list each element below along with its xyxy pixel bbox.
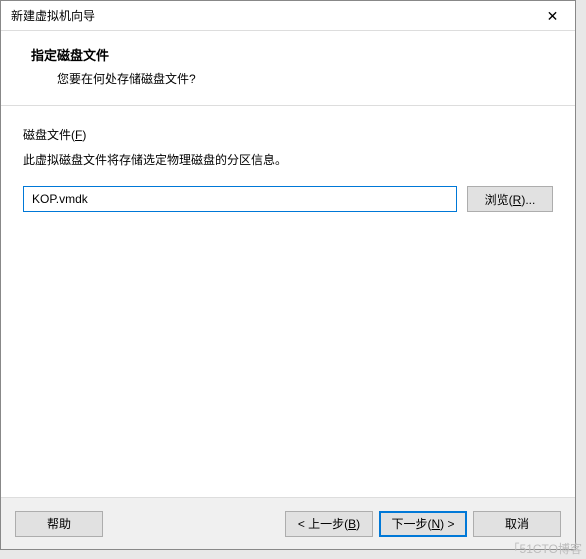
disk-file-description: 此虚拟磁盘文件将存储选定物理磁盘的分区信息。 <box>23 151 553 168</box>
help-button[interactable]: 帮助 <box>15 511 103 537</box>
disk-file-group-label: 磁盘文件(F) <box>23 126 553 143</box>
wizard-subheading: 您要在何处存储磁盘文件? <box>31 70 553 87</box>
titlebar: 新建虚拟机向导 ✕ <box>1 1 575 31</box>
wizard-dialog: 新建虚拟机向导 ✕ 指定磁盘文件 您要在何处存储磁盘文件? 磁盘文件(F) 此虚… <box>0 0 576 550</box>
wizard-header: 指定磁盘文件 您要在何处存储磁盘文件? <box>1 31 575 106</box>
next-button[interactable]: 下一步(N) > <box>379 511 467 537</box>
close-button[interactable]: ✕ <box>530 1 575 31</box>
browse-button[interactable]: 浏览(R)... <box>467 186 553 212</box>
window-title: 新建虚拟机向导 <box>11 7 95 24</box>
close-icon: ✕ <box>547 9 559 23</box>
wizard-footer: 帮助 < 上一步(B) 下一步(N) > 取消 <box>1 497 575 549</box>
file-path-row: 浏览(R)... <box>23 186 553 212</box>
disk-file-input[interactable] <box>23 186 457 212</box>
wizard-heading: 指定磁盘文件 <box>31 45 553 64</box>
wizard-body: 磁盘文件(F) 此虚拟磁盘文件将存储选定物理磁盘的分区信息。 浏览(R)... <box>1 106 575 497</box>
back-button[interactable]: < 上一步(B) <box>285 511 373 537</box>
cancel-button[interactable]: 取消 <box>473 511 561 537</box>
